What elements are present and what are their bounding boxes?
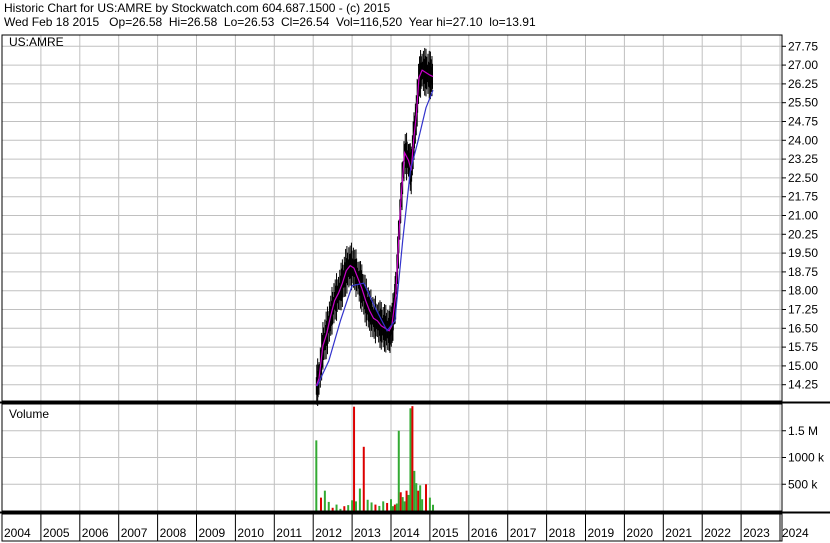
volume-bar xyxy=(432,504,435,511)
volume-bar xyxy=(347,505,350,511)
volume-tick-label: 1000 k xyxy=(788,451,825,465)
price-tick-label: 21.75 xyxy=(788,190,818,204)
volume-bar xyxy=(353,406,356,511)
volume-tick-label: 1.5 M xyxy=(788,424,818,438)
price-tick-label: 15.00 xyxy=(788,359,818,373)
price-tick-label: 18.00 xyxy=(788,284,818,298)
volume-bar xyxy=(397,430,400,511)
volume-tick-label: 500 k xyxy=(788,477,818,491)
volume-bar xyxy=(319,497,322,511)
year-tick-label: 2017 xyxy=(510,526,537,540)
volume-bar xyxy=(421,499,424,511)
year-tick-label: 2020 xyxy=(626,526,653,540)
volume-axis-labels: 500 k 1000 k 1.5 M xyxy=(782,424,825,491)
volume-panel-title: Volume xyxy=(9,407,49,421)
volume-bar xyxy=(419,485,422,511)
price-tick-label: 19.50 xyxy=(788,246,818,260)
volume-bar xyxy=(351,500,354,511)
year-tick-label: 2014 xyxy=(393,526,420,540)
year-tick-label: 2006 xyxy=(82,526,109,540)
price-tick-label: 17.25 xyxy=(788,303,818,317)
volume-bar xyxy=(401,497,404,511)
volume-bar xyxy=(378,505,381,511)
price-tick-label: 20.25 xyxy=(788,227,818,241)
price-tick-label: 26.25 xyxy=(788,77,818,91)
year-tick-label: 2009 xyxy=(199,526,226,540)
volume-bar xyxy=(425,484,428,511)
volume-bar xyxy=(335,504,338,511)
volume-bar xyxy=(391,506,394,511)
stock-chart: 14.25 15.00 15.75 16.50 17.25 18.00 18.75 19.50… xyxy=(0,34,830,542)
volume-bar xyxy=(403,501,406,511)
price-tick-label: 24.75 xyxy=(788,114,818,128)
year-tick-label: 2010 xyxy=(237,526,264,540)
price-tick-label: 14.25 xyxy=(788,378,818,392)
price-tick-label: 15.75 xyxy=(788,340,818,354)
price-tick-label: 22.50 xyxy=(788,171,818,185)
year-tick-label: 2008 xyxy=(160,526,187,540)
volume-grid xyxy=(2,404,782,511)
volume-bar xyxy=(382,501,385,511)
volume-bars xyxy=(315,406,435,511)
volume-bar xyxy=(393,504,396,511)
volume-bar xyxy=(374,504,377,511)
year-tick-label: 2016 xyxy=(471,526,498,540)
volume-bar xyxy=(415,483,418,511)
volume-bar xyxy=(343,506,346,511)
volume-bar xyxy=(399,492,402,511)
year-tick-label: 2011 xyxy=(276,526,302,540)
volume-bar xyxy=(358,488,361,511)
year-axis-labels: 2004 2005 2006 2007 2008 2009 2010 2011 2012 2013… xyxy=(1,514,809,541)
volume-bar xyxy=(327,501,330,511)
price-tick-label: 18.75 xyxy=(788,265,818,279)
price-axis-labels: 14.25 15.00 15.75 16.50 17.25 18.00 18.75 19.50… xyxy=(782,39,818,392)
year-tick-label: 2019 xyxy=(588,526,615,540)
price-tick-label: 25.50 xyxy=(788,96,818,110)
volume-bar xyxy=(366,499,369,511)
price-tick-label: 21.00 xyxy=(788,208,818,222)
volume-bar xyxy=(409,408,412,511)
year-tick-label: 2012 xyxy=(315,526,342,540)
volume-bar xyxy=(315,440,318,511)
volume-bar xyxy=(417,490,420,511)
year-tick-label: 2024 xyxy=(782,526,809,540)
price-tick-label: 16.50 xyxy=(788,321,818,335)
year-tick-label: 2013 xyxy=(354,526,381,540)
volume-bar xyxy=(407,494,410,511)
moving-average-short xyxy=(315,69,434,387)
year-tick-label: 2018 xyxy=(549,526,576,540)
volume-bar xyxy=(354,501,357,511)
volume-bar xyxy=(405,490,408,511)
year-tick-label: 2021 xyxy=(665,526,692,540)
volume-bar xyxy=(413,470,416,511)
volume-bar xyxy=(386,502,389,511)
year-tick-label: 2015 xyxy=(432,526,459,540)
year-tick-label: 2005 xyxy=(43,526,70,540)
price-bars xyxy=(315,47,433,407)
price-tick-label: 23.25 xyxy=(788,152,818,166)
volume-bar xyxy=(411,406,414,511)
volume-bar xyxy=(428,497,431,511)
price-grid xyxy=(2,35,782,401)
volume-bar xyxy=(390,499,392,511)
price-panel-title: US:AMRE xyxy=(9,35,64,49)
volume-bar xyxy=(370,502,373,511)
volume-bar xyxy=(323,490,326,511)
volume-bar xyxy=(362,446,365,511)
price-tick-label: 27.00 xyxy=(788,58,818,72)
volume-bar xyxy=(395,503,398,511)
price-tick-label: 27.75 xyxy=(788,39,818,53)
year-tick-label: 2004 xyxy=(4,526,31,540)
price-tick-label: 24.00 xyxy=(788,133,818,147)
moving-average-lines xyxy=(315,69,434,387)
year-tick-label: 2023 xyxy=(743,526,770,540)
year-tick-label: 2022 xyxy=(704,526,731,540)
year-tick-label: 2007 xyxy=(121,526,148,540)
